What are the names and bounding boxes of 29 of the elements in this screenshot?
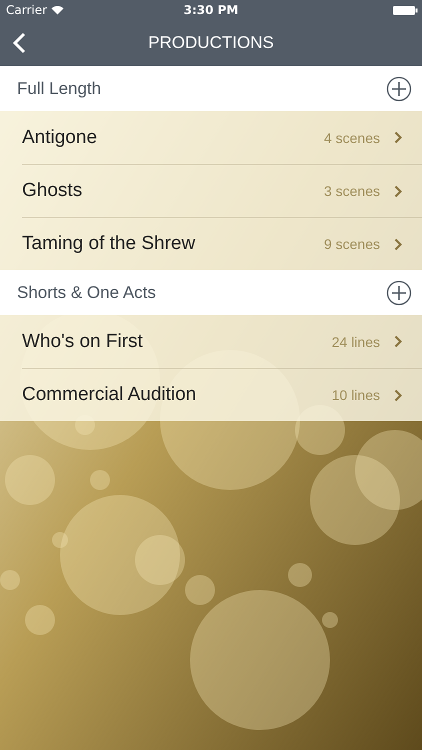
production-row[interactable]: Ghosts 3 scenes: [22, 164, 422, 217]
wifi-icon: [51, 5, 64, 15]
production-title: Antigone: [22, 126, 98, 148]
back-icon[interactable]: [12, 32, 26, 54]
production-title: Taming of the Shrew: [22, 233, 196, 255]
production-count: 4 scenes: [324, 130, 380, 146]
production-title: Commercial Audition: [22, 384, 198, 406]
chevron-icon: [394, 238, 402, 250]
status-time: 3:30 PM: [184, 3, 238, 17]
add-icon[interactable]: [386, 76, 412, 102]
chevron-icon: [394, 131, 402, 144]
production-title: Who's on First: [22, 330, 144, 352]
carrier-label: Carrier: [6, 3, 48, 17]
section-title: Full Length: [17, 78, 102, 98]
production-row[interactable]: Who's on First 24 lines: [22, 315, 422, 368]
add-icon[interactable]: [386, 280, 412, 306]
production-row[interactable]: Antigone 4 scenes: [22, 111, 422, 164]
chevron-icon: [394, 335, 402, 348]
production-title: Ghosts: [22, 180, 84, 202]
production-row[interactable]: Commercial Audition 10 lines: [22, 368, 422, 421]
production-count: 9 scenes: [324, 236, 380, 252]
chevron-icon: [394, 184, 402, 198]
production-count: 24 lines: [332, 334, 380, 350]
chevron-icon: [394, 388, 402, 402]
nav-title: PRODUCTIONS: [148, 33, 274, 53]
production-count: 3 scenes: [324, 183, 380, 199]
section-title: Shorts & One Acts: [17, 282, 156, 302]
production-count: 10 lines: [332, 387, 380, 403]
battery-icon: [393, 4, 418, 16]
